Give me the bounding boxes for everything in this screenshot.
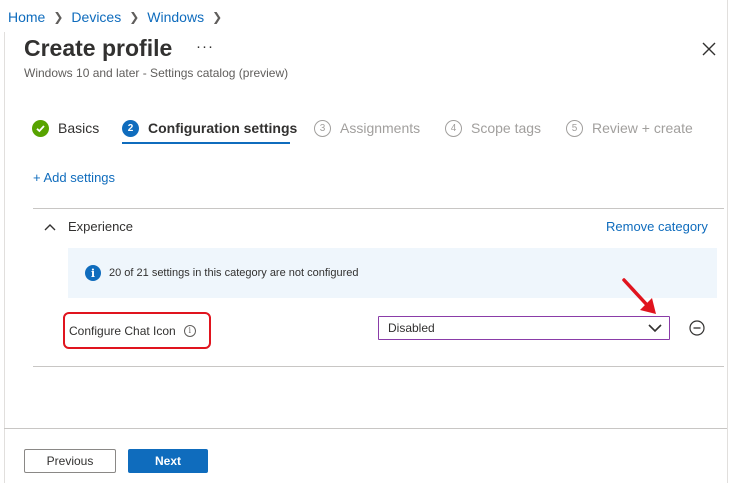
active-step-indicator <box>122 142 290 144</box>
step-assignments[interactable]: 3 Assignments <box>314 116 420 140</box>
divider <box>33 208 724 209</box>
breadcrumb-home[interactable]: Home <box>8 9 45 25</box>
chevron-up-icon[interactable] <box>42 220 58 234</box>
divider <box>33 366 724 367</box>
close-icon[interactable] <box>700 40 718 58</box>
page-title: Create profile <box>24 35 173 61</box>
info-icon[interactable]: i <box>183 324 196 337</box>
previous-button[interactable]: Previous <box>24 449 116 473</box>
step-label: Review + create <box>592 120 693 136</box>
page-subtitle: Windows 10 and later - Settings catalog … <box>24 66 289 80</box>
remove-circle-icon[interactable] <box>689 320 705 336</box>
chevron-down-icon <box>648 324 662 333</box>
step-review-create[interactable]: 5 Review + create <box>566 116 693 140</box>
step-configuration-settings[interactable]: 2 Configuration settings <box>122 116 297 140</box>
breadcrumb: Home ❯ Devices ❯ Windows ❯ <box>8 8 230 26</box>
remove-category-link[interactable]: Remove category <box>606 219 708 234</box>
category-name: Experience <box>68 219 134 234</box>
setting-label-highlight: Configure Chat Icon i <box>63 312 211 349</box>
step-number: 4 <box>445 119 462 137</box>
chevron-right-icon: ❯ <box>53 10 64 24</box>
panel-left-border <box>4 32 5 483</box>
configure-chat-icon-dropdown[interactable]: Disabled <box>378 316 670 340</box>
step-label: Configuration settings <box>148 120 298 136</box>
breadcrumb-windows[interactable]: Windows <box>147 9 204 25</box>
check-circle-icon <box>32 119 49 137</box>
step-label: Scope tags <box>471 120 542 136</box>
red-arrow-annotation <box>622 278 656 314</box>
step-label: Assignments <box>340 120 421 136</box>
breadcrumb-devices[interactable]: Devices <box>71 9 121 25</box>
chevron-right-icon: ❯ <box>212 10 223 24</box>
panel-right-border <box>727 0 728 483</box>
step-number: 2 <box>122 119 139 137</box>
step-basics[interactable]: Basics <box>32 116 99 140</box>
info-message: 20 of 21 settings in this category are n… <box>109 267 359 279</box>
info-icon: i <box>85 265 101 281</box>
footer-divider <box>4 428 727 429</box>
setting-label: Configure Chat Icon <box>69 323 176 338</box>
next-button[interactable]: Next <box>128 449 208 473</box>
step-scope-tags[interactable]: 4 Scope tags <box>445 116 541 140</box>
more-options-button[interactable]: ··· <box>196 38 214 55</box>
step-number: 5 <box>566 119 583 137</box>
step-label: Basics <box>58 120 100 136</box>
step-number: 3 <box>314 119 331 137</box>
dropdown-selected-value: Disabled <box>388 321 435 335</box>
chevron-right-icon: ❯ <box>129 10 140 24</box>
add-settings-link[interactable]: + Add settings <box>33 170 115 185</box>
